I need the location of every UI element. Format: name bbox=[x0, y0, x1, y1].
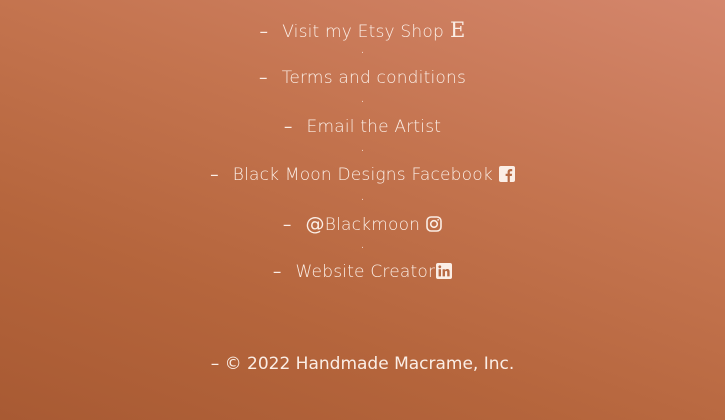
dash: – bbox=[282, 215, 292, 235]
facebook-label: Black Moon Designs Facebook bbox=[232, 165, 493, 185]
etsy-shop-label: Visit my Etsy Shop bbox=[282, 22, 444, 42]
facebook-icon bbox=[498, 166, 515, 187]
separator-dot: . bbox=[361, 193, 364, 203]
terms-label: Terms and conditions bbox=[281, 68, 466, 88]
separator-dot: . bbox=[361, 241, 364, 251]
etsy-icon: E bbox=[449, 18, 466, 42]
at-sign: @ bbox=[305, 213, 325, 235]
linkedin-icon bbox=[436, 263, 453, 284]
copyright-text: – © 2022 Handmade Macrame, Inc. bbox=[210, 354, 515, 374]
instagram-label: Blackmoon bbox=[324, 215, 421, 235]
footer: – Visit my Etsy Shop E . – Terms and condit… bbox=[0, 0, 725, 420]
dash: – bbox=[283, 117, 293, 137]
website-creator-link[interactable]: – Website Creator bbox=[0, 262, 725, 284]
dash: – bbox=[210, 165, 219, 185]
dash: – bbox=[272, 262, 282, 282]
terms-link[interactable]: – Terms and conditions bbox=[0, 68, 725, 88]
instagram-icon bbox=[426, 216, 442, 237]
separator-dot: . bbox=[361, 46, 364, 56]
facebook-link[interactable]: – Black Moon Designs Facebook bbox=[0, 165, 725, 187]
separator-dot: . bbox=[361, 144, 364, 154]
etsy-shop-link[interactable]: – Visit my Etsy Shop E bbox=[0, 18, 725, 43]
dash: – bbox=[258, 68, 268, 88]
dash: – bbox=[259, 22, 269, 42]
separator-dot: . bbox=[361, 95, 364, 105]
email-artist-label: Email the Artist bbox=[306, 117, 442, 137]
email-artist-link[interactable]: – Email the Artist bbox=[0, 117, 725, 137]
instagram-link[interactable]: – @Blackmoon bbox=[0, 214, 725, 237]
website-creator-label: Website Creator bbox=[295, 262, 436, 282]
